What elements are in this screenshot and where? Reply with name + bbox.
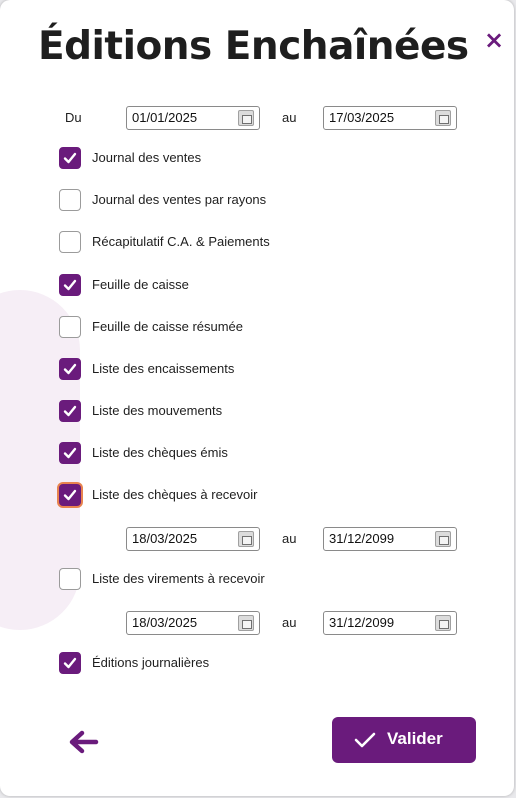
calendar-icon[interactable] [435, 615, 451, 631]
option-label: Liste des chèques émis [92, 445, 228, 460]
virements-to-date-value: 31/12/2099 [329, 615, 395, 630]
back-arrow-icon[interactable] [66, 729, 100, 755]
virements-to-date-field[interactable]: 31/12/2099 [323, 611, 457, 635]
checkbox[interactable] [59, 231, 81, 253]
calendar-icon[interactable] [238, 531, 254, 547]
option-label: Liste des mouvements [92, 403, 223, 418]
checkbox[interactable] [59, 400, 81, 422]
virements-from-date-value: 18/03/2025 [132, 615, 198, 630]
option-label: Éditions journalières [92, 655, 210, 670]
editions-dialog: Éditions Enchaînées × Du 01/01/2025 au 1… [0, 0, 514, 796]
cheques-from-date-value: 18/03/2025 [132, 531, 198, 546]
from-label: Du [65, 110, 82, 125]
validate-button[interactable]: Valider [332, 717, 476, 763]
calendar-icon[interactable] [238, 615, 254, 631]
option-label: Récapitulatif C.A. & Paiements [92, 234, 270, 249]
checkbox[interactable] [59, 147, 81, 169]
check-icon [354, 732, 376, 748]
validate-label: Valider [387, 729, 443, 748]
cheques-to-date-value: 31/12/2099 [329, 531, 395, 546]
calendar-icon[interactable] [238, 110, 254, 126]
virements-from-date-field[interactable]: 18/03/2025 [126, 611, 260, 635]
checkbox[interactable] [59, 484, 81, 506]
option-label: Liste des chèques à recevoir [92, 487, 258, 502]
dialog-title: Éditions Enchaînées [38, 24, 469, 69]
calendar-icon[interactable] [435, 110, 451, 126]
checkbox[interactable] [59, 568, 81, 590]
option-label: Liste des encaissements [92, 361, 235, 376]
virements-to-label: au [282, 615, 297, 630]
checkbox[interactable] [59, 189, 81, 211]
option-label: Liste des virements à recevoir [92, 571, 265, 586]
to-date-field[interactable]: 17/03/2025 [323, 106, 457, 130]
calendar-icon[interactable] [435, 531, 451, 547]
checkbox[interactable] [59, 442, 81, 464]
checkbox[interactable] [59, 316, 81, 338]
checkbox[interactable] [59, 274, 81, 296]
checkbox[interactable] [59, 358, 81, 380]
cheques-to-date-field[interactable]: 31/12/2099 [323, 527, 457, 551]
from-date-field[interactable]: 01/01/2025 [126, 106, 260, 130]
option-label: Journal des ventes [92, 150, 202, 165]
option-label: Feuille de caisse résumée [92, 319, 244, 334]
to-date-value: 17/03/2025 [329, 110, 395, 125]
cheques-from-date-field[interactable]: 18/03/2025 [126, 527, 260, 551]
checkbox[interactable] [59, 652, 81, 674]
option-label: Feuille de caisse [92, 277, 189, 292]
close-icon[interactable]: × [482, 28, 506, 52]
option-label: Journal des ventes par rayons [92, 192, 267, 207]
from-date-value: 01/01/2025 [132, 110, 198, 125]
to-label: au [282, 110, 297, 125]
cheques-to-label: au [282, 531, 297, 546]
